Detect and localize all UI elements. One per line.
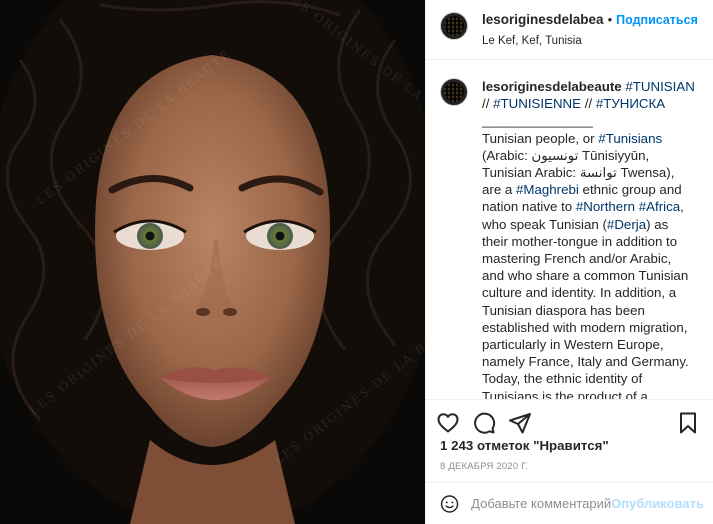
hashtag-link[interactable]: #Maghrebi xyxy=(516,182,579,197)
hashtag-link[interactable]: #TUNISIENNE xyxy=(493,96,581,111)
caption-fragment: // xyxy=(482,96,494,112)
caption-text: lesoriginesdelabeaute #TUNISIAN // #TUNI… xyxy=(482,78,697,399)
hashtag-link[interactable]: #ТУНИСКА xyxy=(596,96,665,111)
heart-icon[interactable] xyxy=(436,411,460,435)
caption-fragment: ) as their mother-tongue in addition to … xyxy=(482,216,689,370)
caption-paragraph: Today, the ethnic identity of Tunisians … xyxy=(482,371,648,399)
comment-icon[interactable] xyxy=(472,411,496,435)
caption-area: lesoriginesdelabeaute #TUNISIAN // #TUNI… xyxy=(426,61,713,399)
hashtag-link[interactable]: #TUNISIAN xyxy=(625,79,694,94)
hashtag-link[interactable]: #Northern xyxy=(576,199,635,214)
publish-button[interactable]: Опубликовать xyxy=(611,496,704,511)
follow-button[interactable]: Подписаться xyxy=(616,12,698,28)
share-icon[interactable] xyxy=(508,411,532,435)
avatar[interactable] xyxy=(440,78,468,106)
caption-fragment: // xyxy=(581,96,596,112)
post-header: lesoriginesdelabea • Подписаться Le Kef,… xyxy=(426,0,713,60)
comment-form: Опубликовать xyxy=(426,482,713,524)
caption-paragraph: Tunisian people, or #Tunisians (Arabic: … xyxy=(482,130,697,371)
hashtag-link[interactable]: #Tunisians xyxy=(598,131,662,146)
post-date: 8 ДЕКАБРЯ 2020 Г. xyxy=(440,461,529,472)
caption-fragment: Tunisian people, or xyxy=(482,130,599,146)
caption-separator: _______________ xyxy=(482,113,593,129)
post-photo[interactable]: LES ORIGINES DE LA BEAUTE LES ORIGINES D… xyxy=(0,0,425,524)
likes-count[interactable]: 1 243 отметок "Нравится" xyxy=(440,438,609,453)
caption-author-link[interactable]: lesoriginesdelabeaute xyxy=(482,79,622,94)
emoji-icon[interactable] xyxy=(440,492,459,516)
hashtag-link[interactable]: #Derja xyxy=(607,217,646,232)
action-bar xyxy=(426,399,713,437)
separator-dot: • xyxy=(607,12,613,27)
location-link[interactable]: Le Kef, Kef, Tunisia xyxy=(482,33,698,49)
username-link[interactable]: lesoriginesdelabea xyxy=(482,12,604,28)
comment-input[interactable] xyxy=(471,496,612,511)
post-sidebar: lesoriginesdelabea • Подписаться Le Kef,… xyxy=(425,0,713,524)
avatar[interactable] xyxy=(440,12,468,40)
hashtag-link[interactable]: #Africa xyxy=(639,199,680,214)
save-icon[interactable] xyxy=(676,411,700,435)
